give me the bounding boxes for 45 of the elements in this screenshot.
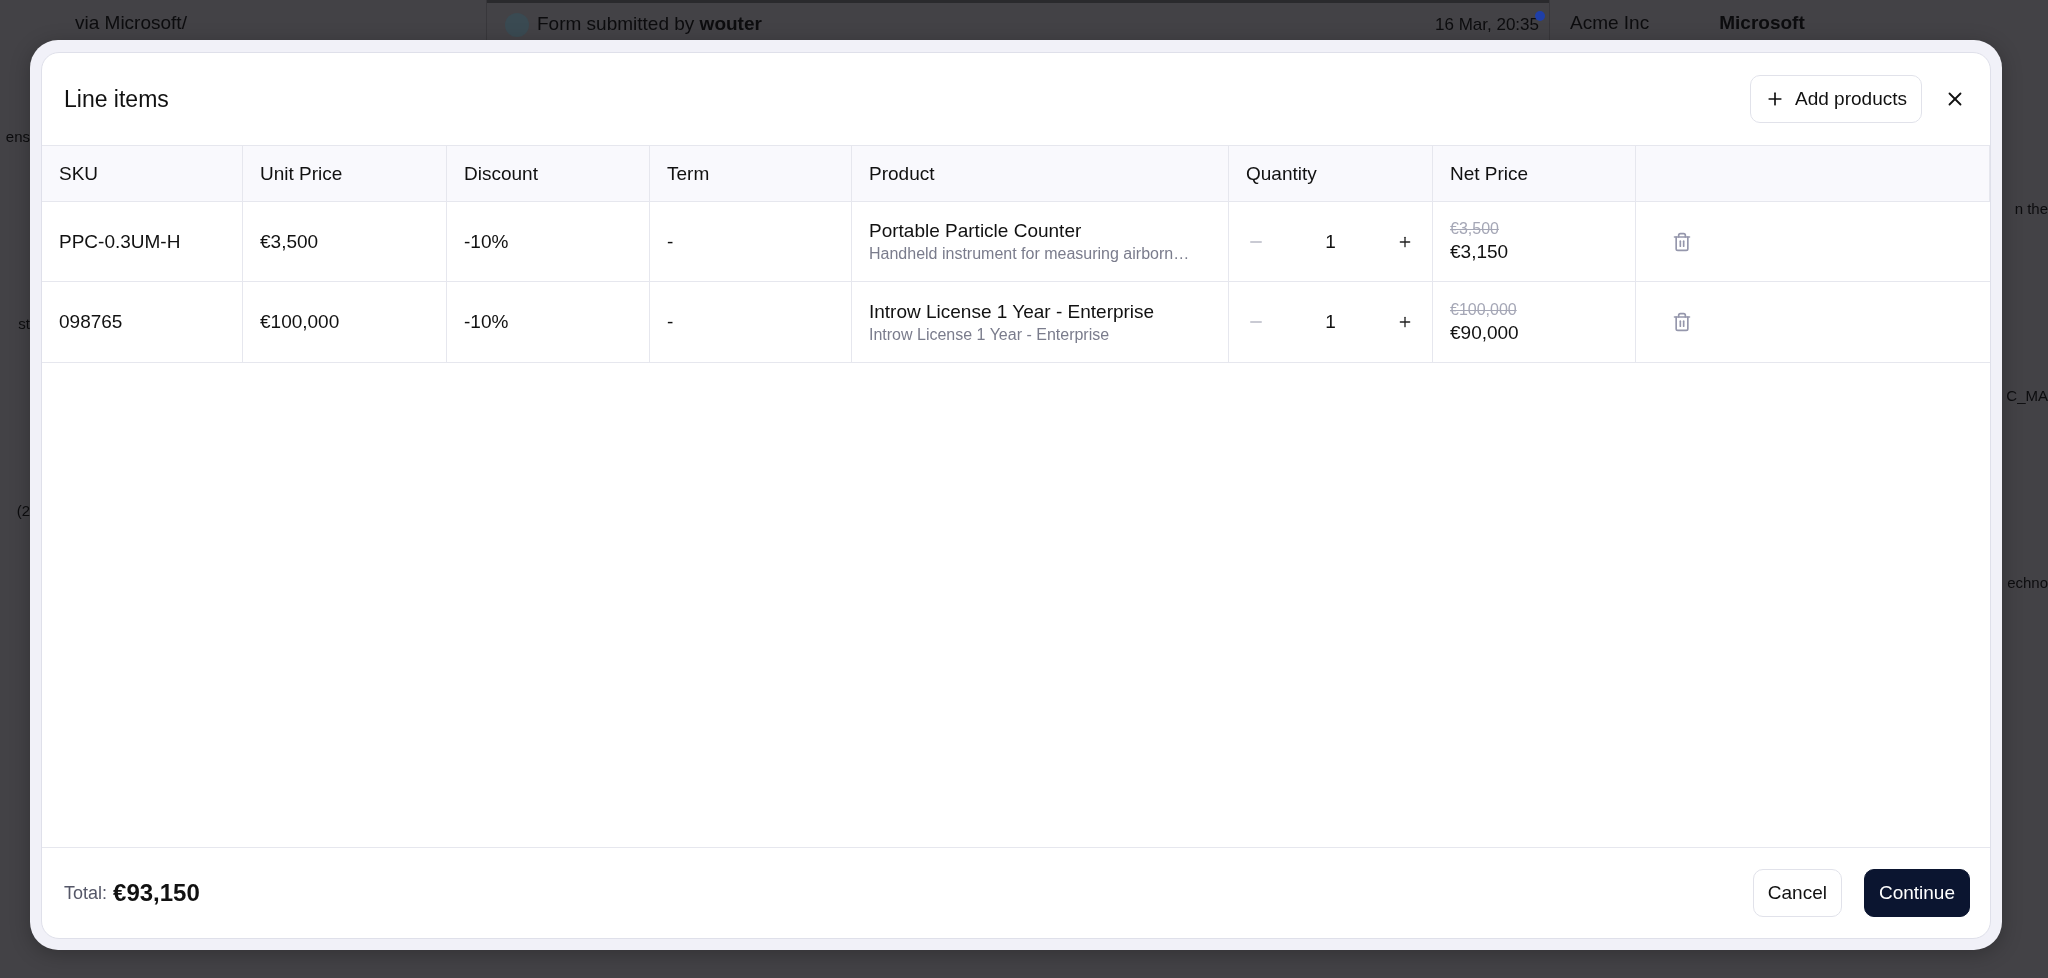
table-cell: 098765	[42, 282, 243, 363]
product-name: Portable Particle Counter	[869, 220, 1082, 242]
source-text: via Microsoft/	[75, 12, 187, 33]
original-price: €3,500	[1450, 220, 1499, 238]
table-cell: -10%	[447, 202, 650, 282]
activity-text: Form submitted by wouter	[537, 13, 762, 35]
column-header: Unit Price	[243, 145, 447, 202]
table-cell: -	[650, 202, 852, 282]
table-cell: -	[650, 282, 852, 363]
cancel-button[interactable]: Cancel	[1752, 869, 1842, 917]
company-value: Microsoft	[1719, 12, 1805, 35]
trash-icon	[1672, 231, 1692, 252]
column-header: Quantity	[1229, 145, 1433, 202]
minus-icon	[1250, 240, 1262, 243]
background-text: ens	[5, 128, 30, 145]
product-name: Introw License 1 Year - Enterprise	[869, 300, 1155, 323]
table-cell: PPC-0.3UM-H	[42, 202, 243, 282]
product-description: Introw License 1 Year - Enterprise	[869, 325, 1110, 344]
column-header: Term	[650, 145, 852, 202]
total-value: €93,150	[113, 879, 200, 907]
table-cell: €100,000	[243, 282, 447, 363]
column-header: Discount	[447, 145, 650, 202]
company-label: Acme Inc	[1570, 12, 1650, 35]
activity-time: 16 Mar, 20:35	[1435, 15, 1539, 35]
net-price: €90,000	[1450, 321, 1519, 344]
dialog-title: Line items	[64, 85, 170, 113]
column-header: Net Price	[1433, 145, 1636, 202]
background-text: echno	[2007, 574, 2048, 591]
add-products-button[interactable]: Add products	[1750, 75, 1922, 123]
quantity-value: 1	[1325, 230, 1336, 253]
background-text: n the	[2014, 200, 2048, 217]
original-price: €100,000	[1450, 300, 1517, 319]
trash-icon	[1672, 312, 1692, 332]
table-cell: €3,500	[243, 202, 447, 282]
continue-button[interactable]: Continue	[1863, 869, 1970, 917]
product-description: Handheld instrument for measuring airborn…	[869, 245, 1190, 263]
total-label: Total:	[64, 882, 108, 904]
plus-icon	[1397, 314, 1413, 330]
net-price: €3,150	[1450, 241, 1509, 263]
background-text: C_MA	[2006, 387, 2048, 404]
column-header: Product	[852, 145, 1229, 202]
quantity-value: 1	[1325, 311, 1336, 333]
minus-icon	[1250, 321, 1262, 323]
table-cell: -10%	[447, 282, 650, 363]
column-header: SKU	[42, 145, 243, 202]
